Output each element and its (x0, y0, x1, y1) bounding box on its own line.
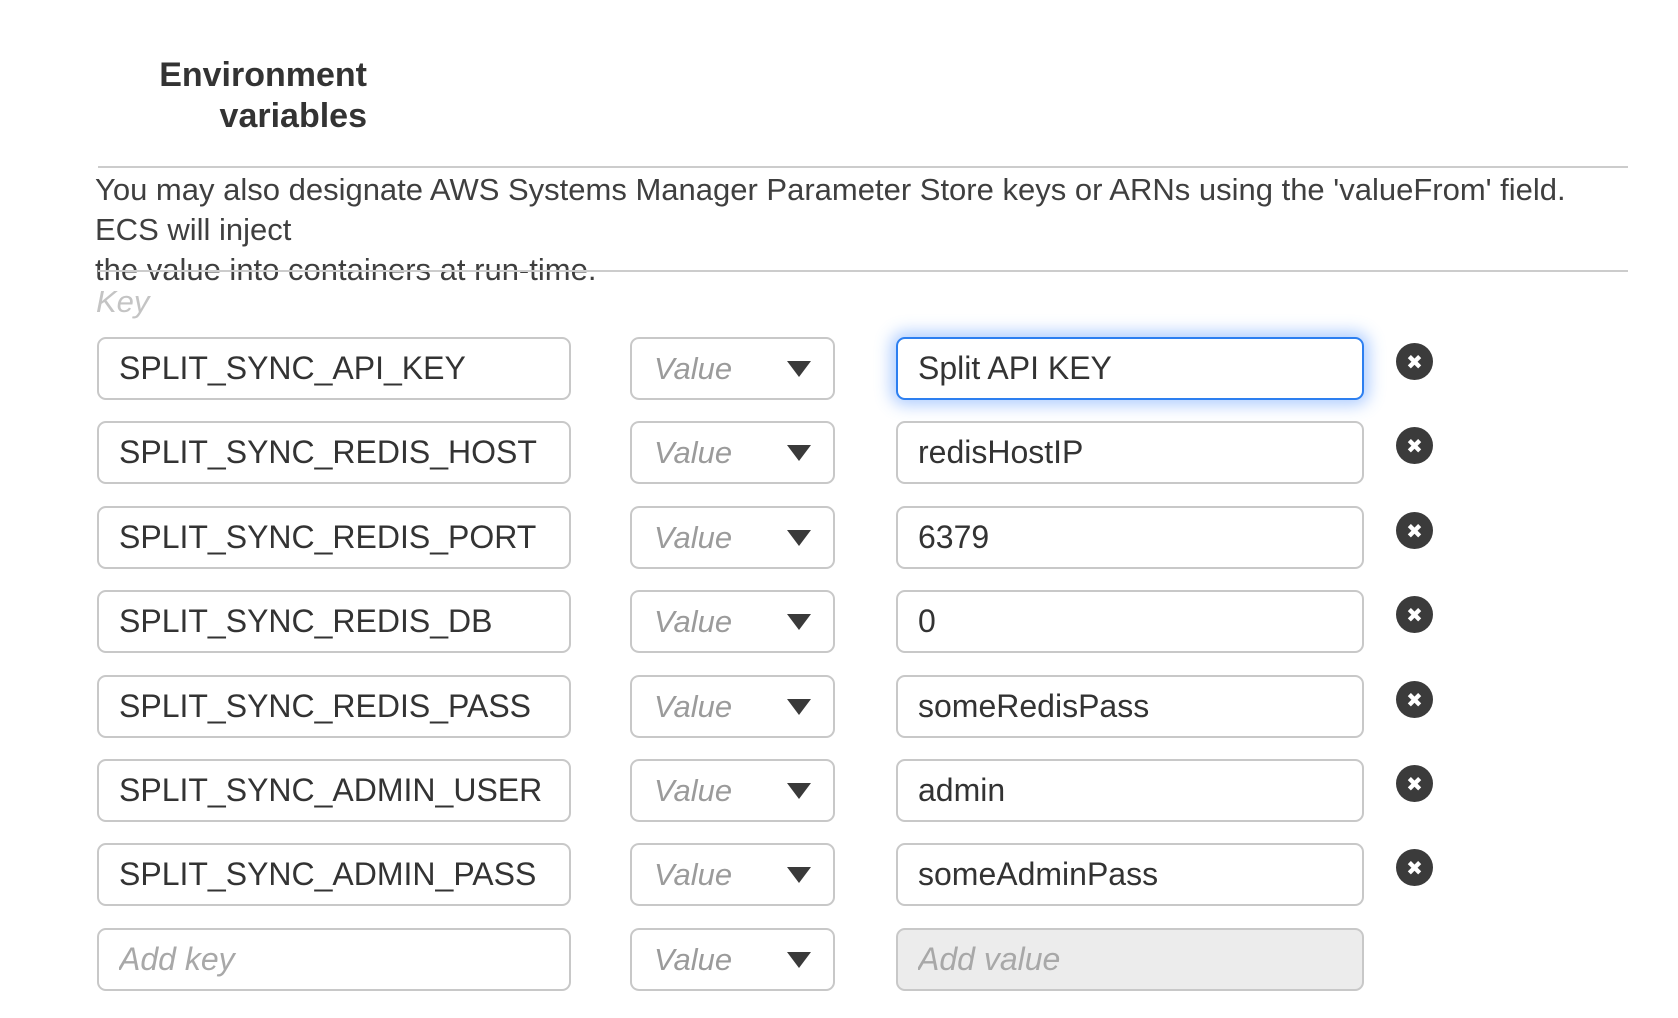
env-key-input[interactable] (97, 843, 571, 906)
env-value-input[interactable] (896, 590, 1364, 653)
value-type-dropdown[interactable]: Value (630, 843, 835, 906)
env-var-row: Value ✖ (0, 843, 1678, 906)
caret-down-icon (787, 445, 811, 461)
caret-down-icon (787, 361, 811, 377)
value-type-selected: Value (654, 689, 732, 725)
remove-row-button[interactable]: ✖ (1396, 681, 1433, 718)
value-type-selected: Value (654, 435, 732, 471)
remove-row-button[interactable]: ✖ (1396, 512, 1433, 549)
key-column-header: Key (96, 282, 149, 322)
env-value-input[interactable] (896, 421, 1364, 484)
env-value-input[interactable] (896, 337, 1364, 400)
value-type-dropdown[interactable]: Value (630, 675, 835, 738)
env-var-row: Value ✖ (0, 506, 1678, 569)
value-type-dropdown[interactable]: Value (630, 590, 835, 653)
env-var-row: Value ✖ (0, 675, 1678, 738)
close-icon: ✖ (1406, 605, 1423, 625)
env-value-input[interactable] (896, 506, 1364, 569)
divider (98, 270, 1628, 272)
close-icon: ✖ (1406, 352, 1423, 372)
close-icon: ✖ (1406, 436, 1423, 456)
value-type-selected: Value (654, 604, 732, 640)
caret-down-icon (787, 699, 811, 715)
close-icon: ✖ (1406, 521, 1423, 541)
value-type-dropdown[interactable]: Value (630, 506, 835, 569)
env-var-row: Value ✖ (0, 337, 1678, 400)
caret-down-icon (787, 530, 811, 546)
env-key-input[interactable] (97, 675, 571, 738)
remove-row-button[interactable]: ✖ (1396, 427, 1433, 464)
remove-row-button[interactable]: ✖ (1396, 765, 1433, 802)
divider (98, 166, 1628, 168)
description-line: You may also designate AWS Systems Manag… (95, 170, 1575, 250)
value-type-dropdown[interactable]: Value (630, 928, 835, 991)
section-title: Environment variables (90, 55, 367, 137)
environment-variables-section: Environment variables You may also desig… (0, 0, 1678, 1018)
close-icon: ✖ (1406, 858, 1423, 878)
env-key-input[interactable] (97, 506, 571, 569)
env-value-input[interactable] (896, 843, 1364, 906)
value-type-selected: Value (654, 857, 732, 893)
add-value-input[interactable] (896, 928, 1364, 991)
caret-down-icon (787, 783, 811, 799)
add-env-var-row: Value (0, 928, 1678, 991)
value-type-dropdown[interactable]: Value (630, 337, 835, 400)
value-type-dropdown[interactable]: Value (630, 421, 835, 484)
env-value-input[interactable] (896, 675, 1364, 738)
caret-down-icon (787, 867, 811, 883)
close-icon: ✖ (1406, 690, 1423, 710)
env-key-input[interactable] (97, 337, 571, 400)
close-icon: ✖ (1406, 774, 1423, 794)
add-key-input[interactable] (97, 928, 571, 991)
caret-down-icon (787, 952, 811, 968)
remove-row-button[interactable]: ✖ (1396, 596, 1433, 633)
env-key-input[interactable] (97, 421, 571, 484)
value-type-selected: Value (654, 773, 732, 809)
env-key-input[interactable] (97, 590, 571, 653)
value-type-selected: Value (654, 351, 732, 387)
env-var-row: Value ✖ (0, 421, 1678, 484)
value-type-dropdown[interactable]: Value (630, 759, 835, 822)
value-type-selected: Value (654, 520, 732, 556)
caret-down-icon (787, 614, 811, 630)
env-key-input[interactable] (97, 759, 571, 822)
env-value-input[interactable] (896, 759, 1364, 822)
env-var-row: Value ✖ (0, 590, 1678, 653)
value-type-selected: Value (654, 942, 732, 978)
section-description: You may also designate AWS Systems Manag… (95, 170, 1575, 290)
remove-row-button[interactable]: ✖ (1396, 343, 1433, 380)
env-var-row: Value ✖ (0, 759, 1678, 822)
remove-row-button[interactable]: ✖ (1396, 849, 1433, 886)
